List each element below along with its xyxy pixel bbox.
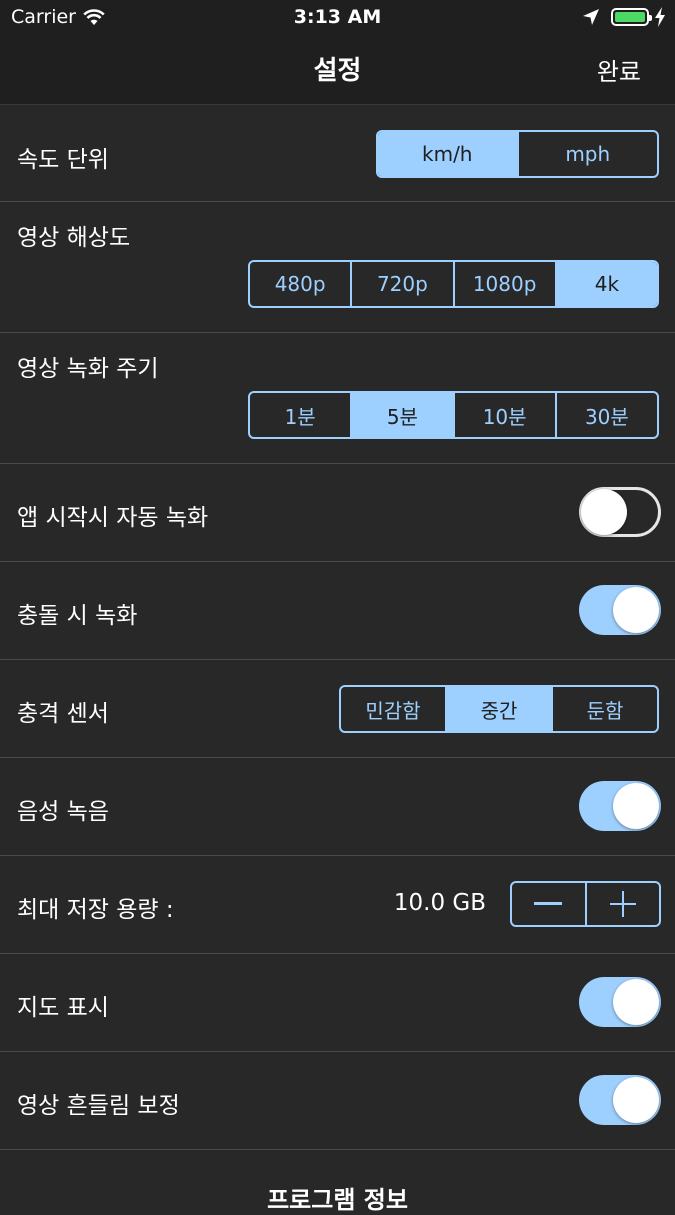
resolution-option-4k[interactable]: 4k — [554, 262, 657, 306]
interval-option-10min[interactable]: 10분 — [452, 393, 555, 437]
top-bar: Carrier 3:13 AM 설정 완료 — [0, 0, 675, 105]
sensor-option-sensitive[interactable]: 민감함 — [341, 687, 445, 731]
max-storage-row: 최대 저장 용량 : 10.0 GB — [0, 856, 675, 954]
program-info-button[interactable]: 프로그램 정보 — [0, 1180, 675, 1215]
impact-sensor-label: 충격 센서 — [17, 701, 109, 727]
resolution-option-1080p[interactable]: 1080p — [452, 262, 555, 306]
speed-unit-segmented: km/h mph — [376, 130, 659, 178]
voice-record-switch[interactable] — [579, 781, 661, 831]
video-resolution-row: 영상 해상도 480p 720p 1080p 4k — [0, 202, 675, 333]
collision-record-row: 충돌 시 녹화 — [0, 562, 675, 660]
max-storage-value: 10.0 GB — [393, 890, 486, 916]
stabilization-row: 영상 흔들림 보정 — [0, 1052, 675, 1150]
status-time: 3:13 AM — [293, 6, 382, 28]
max-storage-stepper — [510, 881, 661, 927]
collision-record-switch[interactable] — [579, 585, 661, 635]
collision-record-label: 충돌 시 녹화 — [17, 603, 138, 629]
map-display-label: 지도 표시 — [17, 995, 109, 1021]
interval-option-1min[interactable]: 1분 — [250, 393, 350, 437]
page-title: 설정 — [313, 56, 362, 86]
resolution-option-720p[interactable]: 720p — [350, 262, 452, 306]
charging-bolt-icon — [655, 7, 665, 27]
record-interval-label: 영상 녹화 주기 — [17, 356, 159, 382]
resolution-option-480p[interactable]: 480p — [250, 262, 350, 306]
auto-record-label: 앱 시작시 자동 녹화 — [17, 505, 209, 531]
minus-icon — [534, 902, 563, 905]
stabilization-label: 영상 흔들림 보정 — [17, 1093, 180, 1119]
storage-decrement-button[interactable] — [512, 883, 585, 925]
interval-option-5min[interactable]: 5분 — [350, 393, 453, 437]
auto-record-row: 앱 시작시 자동 녹화 — [0, 464, 675, 562]
location-arrow-icon — [583, 9, 599, 25]
interval-option-30min[interactable]: 30분 — [554, 393, 657, 437]
map-display-switch[interactable] — [579, 977, 661, 1027]
sensor-option-dull[interactable]: 둔함 — [551, 687, 657, 731]
plus-icon — [609, 891, 636, 917]
map-display-row: 지도 표시 — [0, 954, 675, 1052]
impact-sensor-row: 충격 센서 민감함 중간 둔함 — [0, 660, 675, 758]
storage-increment-button[interactable] — [584, 883, 660, 925]
battery-icon — [611, 8, 652, 26]
max-storage-label: 최대 저장 용량 : — [17, 897, 174, 923]
speed-unit-option-mph[interactable]: mph — [516, 132, 658, 176]
speed-unit-option-kmh[interactable]: km/h — [378, 132, 517, 176]
sensor-option-medium[interactable]: 중간 — [445, 687, 551, 731]
done-button[interactable]: 완료 — [597, 52, 641, 87]
video-resolution-label: 영상 해상도 — [17, 225, 131, 251]
video-resolution-segmented: 480p 720p 1080p 4k — [248, 260, 659, 308]
stabilization-switch[interactable] — [579, 1075, 661, 1125]
voice-record-label: 음성 녹음 — [17, 799, 109, 825]
record-interval-row: 영상 녹화 주기 1분 5분 10분 30분 — [0, 333, 675, 464]
voice-record-row: 음성 녹음 — [0, 758, 675, 856]
record-interval-segmented: 1분 5분 10분 30분 — [248, 391, 659, 439]
speed-unit-row: 속도 단위 km/h mph — [0, 104, 675, 202]
impact-sensor-segmented: 민감함 중간 둔함 — [339, 685, 659, 733]
auto-record-switch[interactable] — [579, 487, 661, 537]
speed-unit-label: 속도 단위 — [17, 147, 109, 173]
status-bar: Carrier 3:13 AM — [0, 0, 675, 36]
